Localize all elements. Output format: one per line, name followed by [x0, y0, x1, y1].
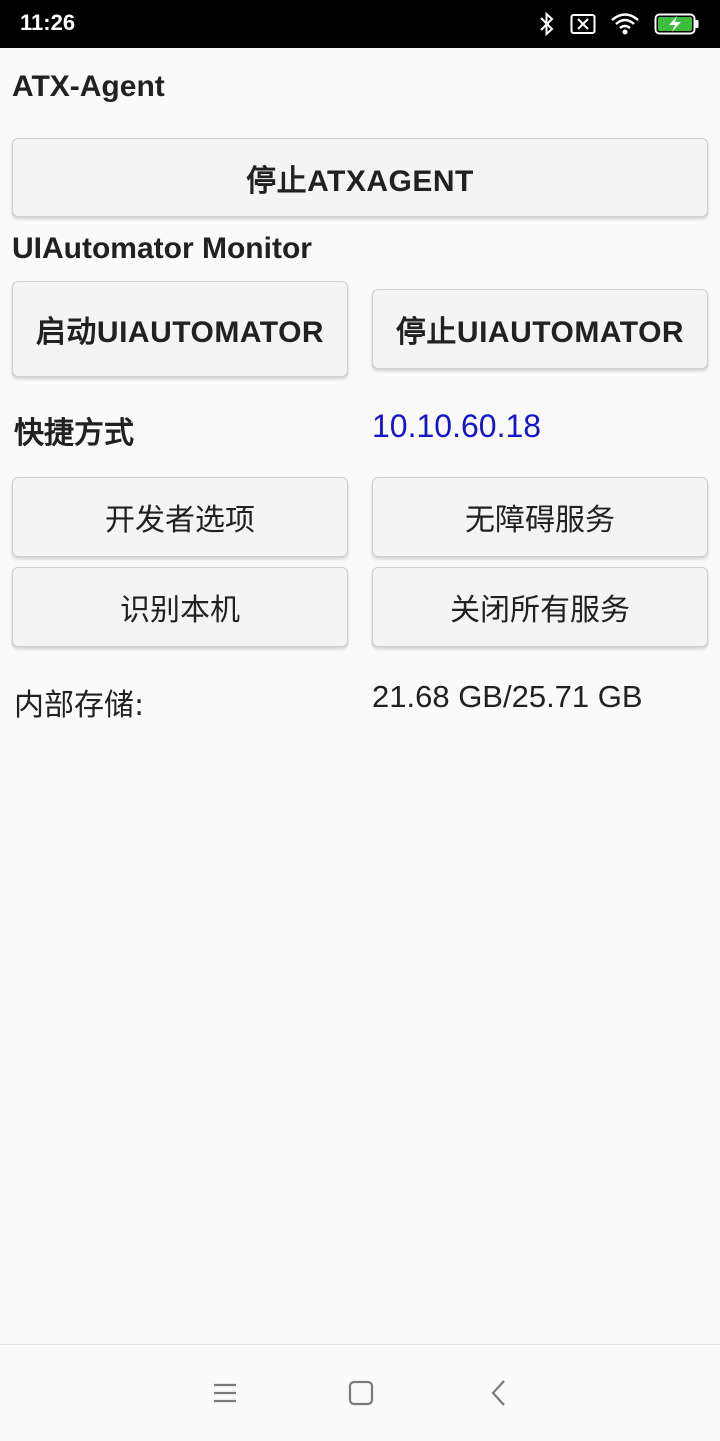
battery-charging-icon: [654, 13, 700, 35]
bluetooth-icon: [538, 11, 556, 37]
menu-icon[interactable]: [207, 1375, 243, 1411]
home-icon[interactable]: [343, 1375, 379, 1411]
identify-device-button[interactable]: 识别本机: [12, 567, 348, 647]
back-icon[interactable]: [481, 1375, 517, 1411]
atx-agent-title: ATX-Agent: [12, 70, 165, 103]
ip-address: 10.10.60.18: [372, 408, 542, 444]
navigation-bar: [0, 1344, 720, 1441]
shortcuts-label: 快捷方式: [14, 416, 134, 451]
accessibility-service-button[interactable]: 无障碍服务: [372, 477, 708, 557]
storage-label: 内部存储:: [14, 688, 145, 723]
status-icons: [538, 10, 700, 38]
wifi-icon: [610, 12, 640, 36]
developer-options-button[interactable]: 开发者选项: [12, 477, 348, 557]
stop-atxagent-button[interactable]: 停止ATXAGENT: [12, 138, 708, 217]
storage-value: 21.68 GB/25.71 GB: [372, 679, 643, 714]
status-bar: 11:26: [0, 0, 720, 48]
close-all-services-button[interactable]: 关闭所有服务: [372, 567, 708, 647]
start-uiautomator-button[interactable]: 启动UIAUTOMATOR: [12, 281, 348, 377]
status-time: 11:26: [20, 10, 76, 35]
no-sim-icon: [570, 13, 596, 35]
uiautomator-monitor-title: UIAutomator Monitor: [12, 232, 312, 265]
stop-uiautomator-button[interactable]: 停止UIAUTOMATOR: [372, 289, 708, 369]
